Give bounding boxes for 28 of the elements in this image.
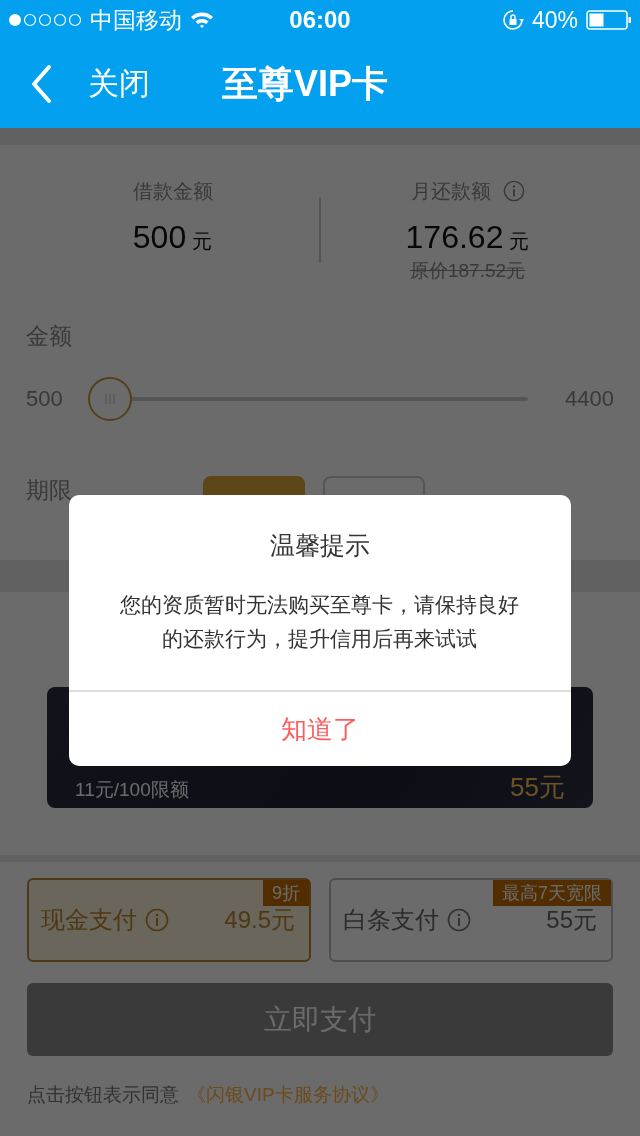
info-icon[interactable] — [447, 908, 471, 932]
card-quota: 11元/100限额 — [75, 778, 189, 802]
amount-slider[interactable] — [88, 377, 528, 421]
loan-amount-value: 500 — [132, 219, 187, 256]
back-button[interactable]: 关闭 — [30, 63, 150, 105]
page-title: 至尊VIP卡 — [222, 61, 389, 106]
clock-time: 06:00 — [289, 6, 351, 34]
card-price: 55元 — [510, 772, 565, 802]
battery-percent: 40% — [531, 6, 578, 34]
carrier-name: 中国移动 — [90, 5, 182, 35]
dialog-title: 温馨提示 — [270, 530, 370, 561]
dialog-message: 您的资质暂时无法购买至尊卡，请保持良好的还款行为，提升信用后再来试试 — [119, 592, 521, 652]
discount-badge: 9折 — [263, 880, 309, 906]
back-icon — [30, 64, 52, 104]
battery-icon — [586, 10, 632, 30]
currency-unit: 元 — [192, 229, 213, 254]
info-icon[interactable] — [145, 908, 169, 932]
slider-thumb[interactable] — [88, 377, 132, 421]
agreement-text: 点击按钮表示同意 《闪银VIP卡服务协议》 — [27, 1083, 390, 1107]
info-icon[interactable] — [502, 180, 525, 202]
monthly-payment-value: 176.62 — [405, 219, 504, 256]
confirm-button[interactable]: 知道了 — [69, 692, 571, 766]
wifi-icon — [190, 11, 214, 29]
discount-badge: 最高7天宽限 — [493, 880, 611, 906]
rotation-lock-icon — [501, 9, 524, 31]
currency-unit: 元 — [509, 229, 530, 254]
agreement-link[interactable]: 《闪银VIP卡服务协议》 — [187, 1084, 389, 1105]
signal-icon — [8, 13, 82, 27]
